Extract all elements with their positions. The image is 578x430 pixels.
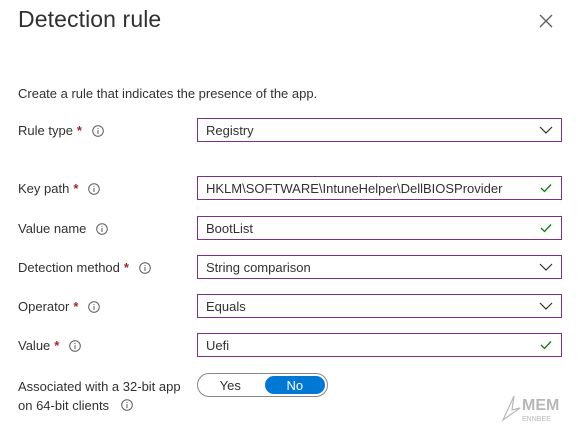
svg-text:ENNBEE: ENNBEE [522, 416, 551, 423]
info-icon[interactable] [120, 399, 133, 411]
close-icon [539, 14, 553, 28]
svg-text:MEM: MEM [522, 397, 559, 414]
checkmark-icon [531, 334, 561, 356]
required-marker: * [73, 299, 79, 314]
value-label-text: Value [18, 338, 51, 353]
watermark-logo: MEM ENNBEE [500, 390, 570, 426]
value-value: Uefi [206, 337, 230, 353]
required-marker: * [54, 338, 60, 353]
key-path-label-text: Key path [18, 181, 70, 196]
key-path-value: HKLM\SOFTWARE\IntuneHelper\DellBIOSProvi… [206, 180, 503, 196]
info-icon[interactable] [69, 339, 82, 352]
value-name-label-text: Value name [18, 221, 87, 236]
chevron-down-icon [531, 256, 561, 278]
toggle-option-yes[interactable]: Yes [200, 376, 261, 394]
checkmark-icon [531, 217, 561, 239]
rule-type-label: Rule type * [18, 123, 104, 138]
operator-label: Operator * [18, 299, 101, 314]
detection-method-value: String comparison [206, 259, 311, 275]
associated-label-line2-row: on 64-bit clients [18, 396, 181, 415]
rule-type-dropdown[interactable]: Registry [197, 118, 562, 142]
info-icon[interactable] [139, 261, 151, 274]
associated-label-line2: on 64-bit clients [18, 398, 110, 413]
value-name-value: BootList [206, 220, 253, 236]
associated-32bit-toggle[interactable]: Yes No [197, 373, 328, 397]
value-name-label: Value name [18, 221, 109, 236]
associated-32bit-label: Associated with a 32-bit app on 64-bit c… [18, 377, 181, 415]
checkmark-icon [531, 177, 561, 199]
chevron-down-icon [531, 295, 561, 317]
operator-value: Equals [206, 298, 246, 314]
chevron-down-icon [531, 119, 561, 141]
close-button[interactable] [537, 12, 555, 30]
operator-dropdown[interactable]: Equals [197, 294, 562, 318]
info-icon[interactable] [88, 182, 101, 195]
info-icon[interactable] [88, 300, 101, 313]
toggle-option-no[interactable]: No [264, 376, 325, 394]
required-marker: * [73, 181, 79, 196]
detection-method-dropdown[interactable]: String comparison [197, 255, 562, 279]
required-marker: * [123, 260, 129, 275]
value-name-input[interactable]: BootList [197, 216, 562, 240]
rule-type-value: Registry [206, 122, 254, 138]
info-icon[interactable] [92, 124, 104, 137]
value-label: Value * [18, 338, 82, 353]
value-input[interactable]: Uefi [197, 333, 562, 357]
key-path-input[interactable]: HKLM\SOFTWARE\IntuneHelper\DellBIOSProvi… [197, 176, 562, 200]
panel-title: Detection rule [18, 6, 162, 32]
panel-description: Create a rule that indicates the presenc… [18, 86, 318, 101]
associated-label-line1: Associated with a 32-bit app [18, 379, 181, 394]
required-marker: * [76, 123, 82, 138]
key-path-label: Key path * [18, 181, 101, 196]
rule-type-label-text: Rule type [18, 123, 73, 138]
operator-label-text: Operator [18, 299, 70, 314]
detection-method-label: Detection method * [18, 260, 151, 275]
info-icon[interactable] [96, 222, 109, 235]
detection-method-label-text: Detection method [18, 260, 120, 275]
